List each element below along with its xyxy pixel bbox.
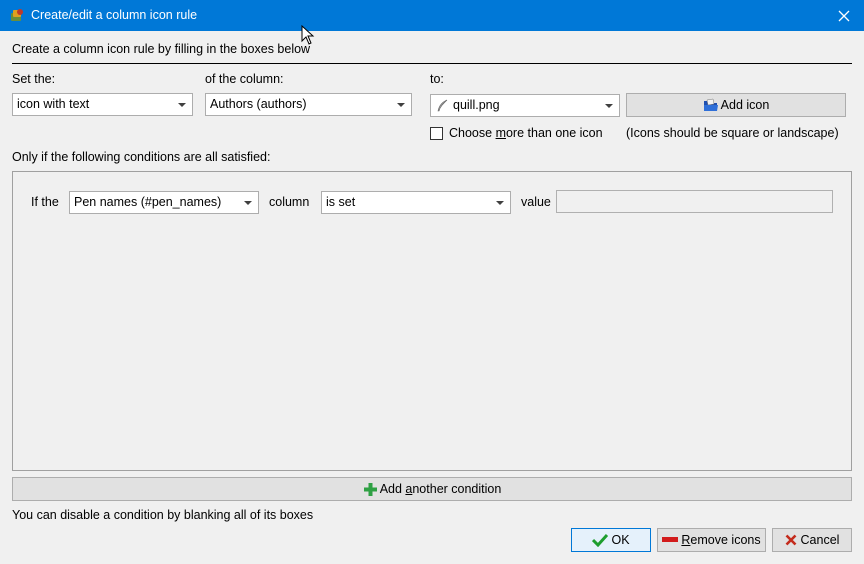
folder-open-icon: [703, 98, 718, 111]
chevron-down-icon: [244, 201, 252, 205]
cancel-x-icon: [785, 534, 796, 546]
chevron-down-icon: [605, 104, 613, 108]
plus-icon: [363, 482, 377, 496]
minus-icon: [662, 537, 679, 542]
ok-label: OK: [611, 533, 630, 547]
choose-more-label[interactable]: Choose more than one icon: [449, 126, 603, 140]
chevron-down-icon: [178, 103, 186, 107]
ok-button[interactable]: OK: [571, 528, 651, 552]
condition-value-label: value: [521, 195, 551, 209]
choose-more-label-rest: ore than one icon: [505, 126, 603, 140]
set-the-label: Set the:: [12, 72, 56, 86]
calibre-app-icon: [11, 9, 23, 21]
of-column-value: Authors (authors): [210, 97, 307, 111]
condition-column-label: column: [269, 195, 310, 209]
to-label: to:: [430, 72, 444, 86]
add-condition-label: Add another condition: [380, 482, 502, 496]
header-divider: [12, 63, 852, 64]
chevron-down-icon: [496, 201, 504, 205]
of-column-label: of the column:: [205, 72, 284, 86]
remove-icons-button[interactable]: Remove icons: [657, 528, 766, 552]
title-bar: Create/edit a column icon rule: [0, 0, 864, 31]
icon-file-value: quill.png: [453, 98, 500, 112]
mouse-cursor-icon: [301, 25, 315, 45]
chevron-down-icon: [397, 103, 405, 107]
condition-column-combo[interactable]: Pen names (#pen_names): [69, 191, 259, 214]
set-the-combo[interactable]: icon with text: [12, 93, 193, 116]
add-condition-label-rest: nother condition: [412, 482, 502, 496]
quill-icon: [437, 99, 448, 112]
conditions-panel: [12, 171, 852, 471]
choose-more-mnemonic: m: [495, 126, 506, 140]
remove-icons-label: Remove icons: [681, 533, 760, 547]
add-condition-button[interactable]: Add another condition: [12, 477, 852, 501]
icon-file-combo[interactable]: quill.png: [430, 94, 620, 117]
condition-value-input[interactable]: [556, 190, 833, 213]
cancel-button[interactable]: Cancel: [772, 528, 852, 552]
conditions-heading: Only if the following conditions are all…: [12, 150, 271, 164]
icons-hint: (Icons should be square or landscape): [626, 126, 839, 140]
cancel-label: Cancel: [800, 533, 840, 547]
remove-icons-label-rest: emove icons: [690, 533, 761, 547]
condition-if-label: If the: [31, 195, 59, 209]
close-button[interactable]: [824, 0, 864, 31]
condition-operator-combo[interactable]: is set: [321, 191, 511, 214]
intro-text: Create a column icon rule by filling in …: [12, 42, 311, 56]
choose-more-checkbox[interactable]: [430, 127, 443, 140]
choose-more-label-part: Choose: [449, 126, 496, 140]
window-title: Create/edit a column icon rule: [31, 8, 198, 22]
footer-hint: You can disable a condition by blanking …: [12, 508, 314, 522]
add-icon-label: Add icon: [720, 98, 770, 112]
close-icon: [838, 10, 850, 21]
set-the-value: icon with text: [17, 97, 90, 111]
of-column-combo[interactable]: Authors (authors): [205, 93, 412, 116]
condition-operator-value: is set: [326, 195, 356, 209]
condition-column-value: Pen names (#pen_names): [74, 195, 222, 209]
add-icon-button[interactable]: Add icon: [626, 93, 846, 117]
checkmark-icon: [592, 533, 609, 547]
add-condition-label-part: Add: [379, 482, 406, 496]
